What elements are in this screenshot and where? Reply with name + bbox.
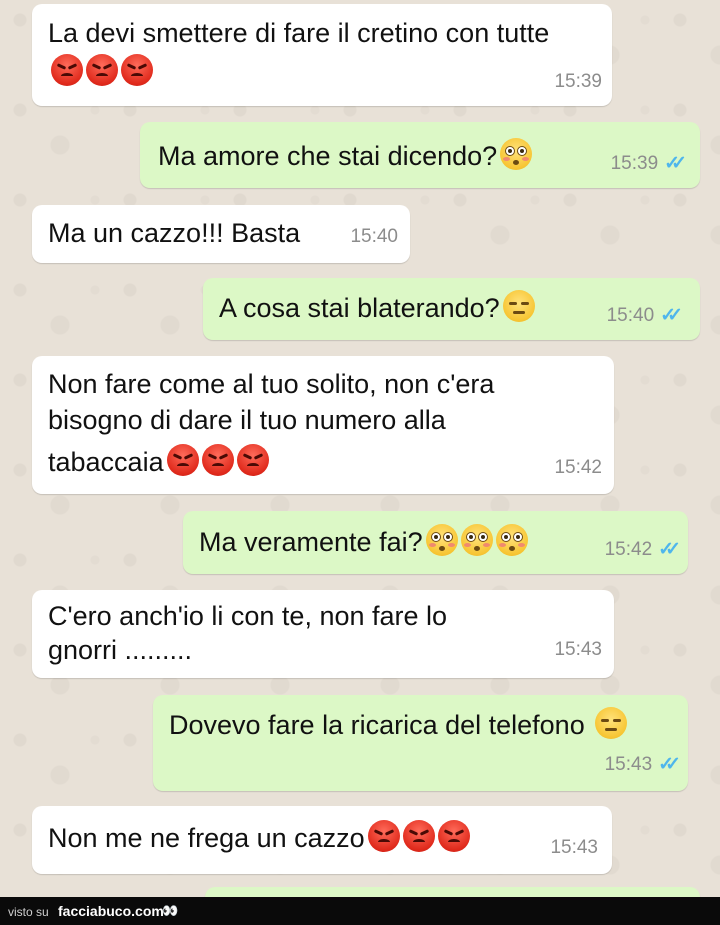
- message-text-content: Ma amore che stai dicendo?: [158, 141, 498, 171]
- expressionless-face-icon: [595, 707, 628, 739]
- flushed-face-icon: [495, 524, 528, 556]
- message-text: Ma un cazzo!!! Basta: [48, 218, 301, 248]
- message-bubble-incoming[interactable]: La devi smettere di fare il cretino con …: [32, 4, 612, 106]
- message-bubble-outgoing[interactable]: Ma amore che stai dicendo? 15:39 ✓✓: [140, 122, 700, 188]
- angry-face-icon: [201, 444, 234, 476]
- double-check-read-icon: ✓✓: [664, 153, 687, 174]
- message-bubble-incoming[interactable]: Non me ne frega un cazzo 15:43: [32, 806, 612, 874]
- message-text-line1: Non fare come al tuo solito, non c'era: [48, 369, 495, 399]
- message-bubble-outgoing-partial[interactable]: [205, 887, 700, 897]
- message-meta: 15:42 ✓✓: [604, 531, 681, 568]
- message-text-content: A cosa stai blaterando?: [219, 293, 500, 323]
- angry-face-icon: [121, 54, 153, 86]
- message-time: 15:43: [554, 639, 602, 660]
- message-bubble-incoming[interactable]: Ma un cazzo!!! Basta 15:40: [32, 205, 410, 263]
- message-text-line1: C'ero anch'io li con te, non fare lo: [48, 601, 448, 631]
- message-meta: 15:40 ✓✓: [606, 297, 683, 334]
- message-text-line2: gnorri .........: [48, 635, 193, 665]
- message-text: A cosa stai blaterando?: [219, 290, 535, 327]
- double-check-read-icon: ✓✓: [660, 305, 683, 326]
- message-text-content: Non me ne frega un cazzo: [48, 823, 365, 853]
- watermark-footer: visto su facciabuco.com 👀: [0, 897, 720, 925]
- message-meta: 15:39 ✓✓: [610, 145, 687, 182]
- angry-face-icon: [437, 820, 470, 852]
- message-time: 15:42: [554, 457, 602, 478]
- message-text-line2: bisogno di dare il tuo numero alla: [48, 405, 446, 435]
- angry-face-icon: [367, 820, 400, 852]
- eyes-logo-icon: 👀: [162, 903, 178, 918]
- message-time: 15:39: [610, 153, 659, 174]
- message-time: 15:42: [604, 539, 653, 560]
- message-text: Dovevo fare la ricarica del telefono: [169, 707, 628, 744]
- message-text-line3: tabaccaia: [48, 444, 269, 481]
- message-meta: 15:43 ✓✓: [604, 746, 681, 783]
- watermark-prefix: visto su: [8, 905, 49, 919]
- angry-face-icon: [236, 444, 269, 476]
- message-bubble-outgoing[interactable]: A cosa stai blaterando? 15:40 ✓✓: [203, 278, 700, 340]
- watermark-site[interactable]: facciabuco.com: [58, 903, 164, 919]
- angry-face-icon: [402, 820, 435, 852]
- message-bubble-incoming[interactable]: C'ero anch'io li con te, non fare lo gno…: [32, 590, 614, 678]
- angry-face-icon: [86, 54, 118, 86]
- message-time: 15:43: [604, 754, 653, 775]
- double-check-read-icon: ✓✓: [658, 539, 681, 560]
- message-text: Ma veramente fai?: [199, 524, 528, 561]
- message-bubble-outgoing[interactable]: Ma veramente fai? 15:42 ✓✓: [183, 511, 688, 574]
- message-text-content: Dovevo fare la ricarica del telefono: [169, 710, 585, 740]
- flushed-face-icon: [460, 524, 493, 556]
- message-text-content: tabaccaia: [48, 447, 164, 477]
- double-check-read-icon: ✓✓: [658, 754, 681, 775]
- message-time: 15:43: [550, 837, 598, 858]
- message-bubble-outgoing[interactable]: Dovevo fare la ricarica del telefono 15:…: [153, 695, 688, 791]
- message-time: 15:40: [350, 226, 398, 247]
- message-text: La devi smettere di fare il cretino con …: [48, 18, 550, 48]
- flushed-face-icon: [500, 138, 533, 170]
- message-text: Ma amore che stai dicendo?: [158, 138, 533, 175]
- expressionless-face-icon: [502, 290, 535, 322]
- message-emojis: [48, 54, 153, 91]
- angry-face-icon: [166, 444, 199, 476]
- chat-area[interactable]: La devi smettere di fare il cretino con …: [0, 0, 720, 897]
- message-bubble-incoming[interactable]: Non fare come al tuo solito, non c'era b…: [32, 356, 614, 494]
- message-time: 15:39: [554, 71, 602, 92]
- message-text: Non me ne frega un cazzo: [48, 820, 470, 857]
- message-time: 15:40: [606, 305, 655, 326]
- message-text-content: Ma veramente fai?: [199, 527, 423, 557]
- angry-face-icon: [51, 54, 83, 86]
- flushed-face-icon: [425, 524, 458, 556]
